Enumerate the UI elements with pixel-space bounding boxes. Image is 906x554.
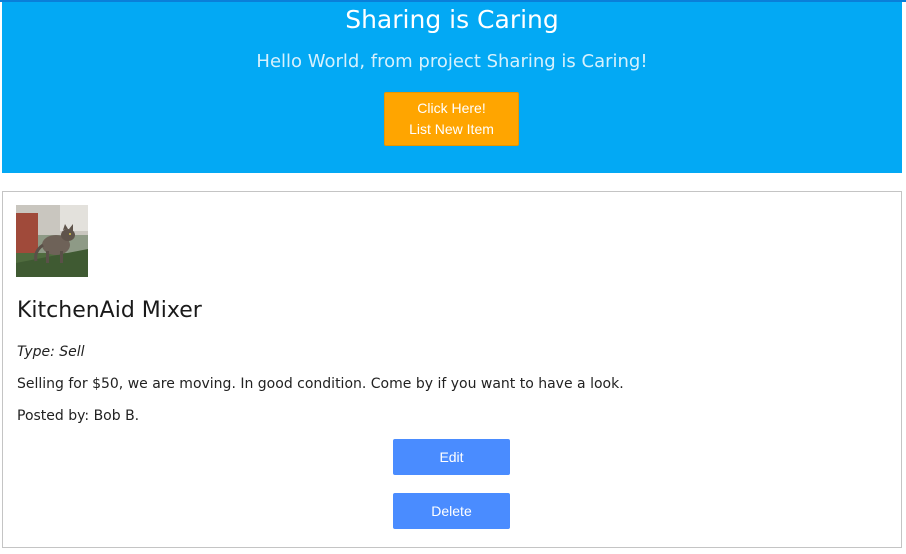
item-type: Type: Sell — [17, 344, 85, 360]
list-new-item-button[interactable]: Click Here! List New Item — [384, 92, 519, 146]
item-title: KitchenAid Mixer — [17, 298, 202, 323]
page: Sharing is Caring Hello World, from proj… — [0, 0, 906, 554]
delete-button[interactable]: Delete — [393, 493, 510, 529]
item-card: KitchenAid Mixer Type: Sell Selling for … — [2, 191, 902, 548]
hero-header: Sharing is Caring Hello World, from proj… — [2, 2, 902, 173]
list-button-line2: List New Item — [409, 121, 494, 137]
item-description: Selling for $50, we are moving. In good … — [17, 376, 624, 392]
item-image — [16, 205, 88, 277]
item-posted-by: Posted by: Bob B. — [17, 408, 140, 424]
site-subtitle: Hello World, from project Sharing is Car… — [256, 51, 648, 72]
cat-photo-icon — [16, 205, 88, 277]
edit-button[interactable]: Edit — [393, 439, 510, 475]
site-title: Sharing is Caring — [345, 5, 559, 34]
list-button-line1: Click Here! — [417, 100, 486, 116]
